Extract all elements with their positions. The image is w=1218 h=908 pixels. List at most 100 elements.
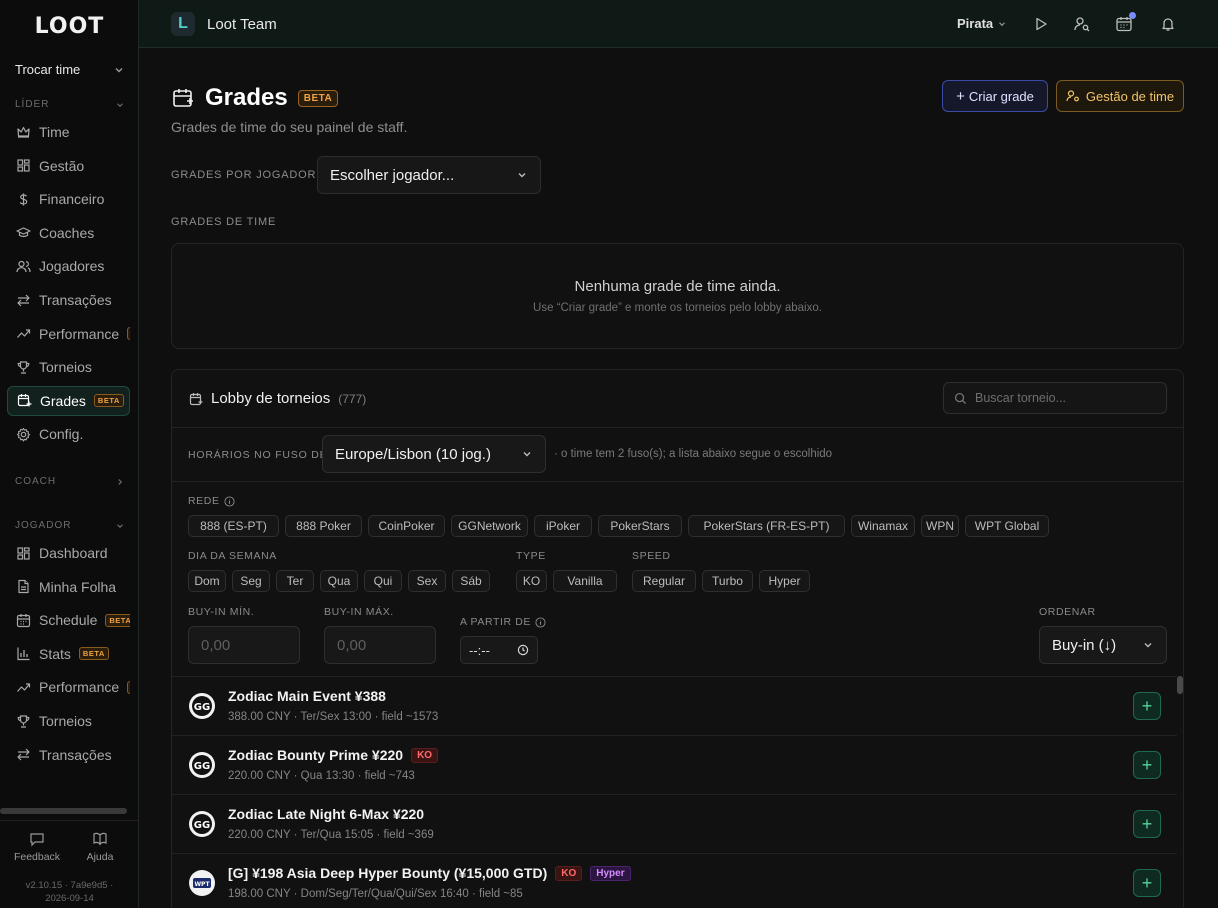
network-chip[interactable]: GGNetwork [451,515,528,537]
timezone-select[interactable]: Europe/Lisbon (10 jog.) [322,435,546,473]
lobby-title: Lobby de torneios (777) [189,390,366,407]
sidebar-item-leader-config[interactable]: Config. [7,419,130,449]
sidebar-item-player-transacoes[interactable]: Transações [7,740,130,770]
app-logo[interactable]: LOOT [0,14,139,39]
network-chip[interactable]: PokerStars [598,515,682,537]
speed-chip[interactable]: Turbo [702,570,753,592]
network-chip[interactable]: CoinPoker [368,515,445,537]
network-chip[interactable]: PokerStars (FR-ES-PT) [688,515,845,537]
team-management-button[interactable]: Gestão de time [1056,80,1184,112]
add-tournament-button[interactable]: + [1133,751,1161,779]
speed-chip[interactable]: Hyper [759,570,810,592]
section-leader[interactable]: LÍDER [15,99,125,110]
user-menu[interactable]: Pirata [957,16,1007,31]
feedback-button[interactable]: Feedback [7,831,67,863]
plus-icon: + [1141,754,1153,775]
day-chip[interactable]: Sex [408,570,446,592]
sidebar-item-label: Performance [39,325,120,342]
tournament-row[interactable]: GG Zodiac Bounty Prime ¥220 KO 220.00 CNY ·… [172,735,1177,794]
help-button[interactable]: Ajuda [70,831,130,863]
sidebar-item-player-schedule[interactable]: Schedule BETA [7,605,130,635]
add-tournament-button[interactable]: + [1133,810,1161,838]
tournament-search-input[interactable]: Buscar torneio... [943,382,1167,414]
team-grades-empty-state: Nenhuma grade de time ainda. Use “Criar … [171,243,1184,349]
plus-icon: + [1141,813,1153,834]
chevron-right-icon [118,478,123,485]
create-grade-button[interactable]: + Criar grade [942,80,1048,112]
network-logo: GG [189,752,215,778]
search-icon [954,392,967,404]
sidebar-item-leader-transacoes[interactable]: Transações [7,285,130,315]
sidebar-item-player-minha-folha[interactable]: Minha Folha [7,572,130,602]
type-chip[interactable]: Vanilla [553,570,617,592]
add-tournament-button[interactable]: + [1133,869,1161,897]
clock-icon [517,644,529,656]
sidebar-item-player-stats[interactable]: Stats BETA [7,639,130,669]
sidebar-footer: Feedback Ajuda v2.10.15 · 7a9e9d5 · 2026… [0,820,139,908]
calendar-plus-icon [189,392,203,405]
network-chip[interactable]: 888 (ES-PT) [188,515,279,537]
sidebar-item-leader-gestao[interactable]: Gestão [7,151,130,181]
network-chip[interactable]: Winamax [851,515,915,537]
user-search-button[interactable] [1072,14,1092,34]
sidebar-scrollbar[interactable] [0,808,127,814]
team-logo[interactable]: L [171,12,195,36]
from-time-input[interactable]: --:-- [460,636,538,664]
sidebar-item-leader-financeiro[interactable]: Financeiro [7,184,130,214]
timezone-note: · o time tem 2 fuso(s); a lista abaixo s… [554,448,833,460]
graduation-cap-icon [16,227,31,238]
order-select[interactable]: Buy-in (↓) [1039,626,1167,664]
sidebar-item-leader-torneios[interactable]: Torneios [7,352,130,382]
sidebar-item-leader-coaches[interactable]: Coaches [7,218,130,248]
network-chip[interactable]: 888 Poker [285,515,362,537]
calendar-button[interactable] [1114,12,1136,34]
tournament-row[interactable]: GG Zodiac Main Event ¥388 388.00 CNY · Ter… [172,676,1177,735]
bell-icon [1162,18,1174,31]
plus-icon: + [956,87,965,105]
day-chip[interactable]: Dom [188,570,226,592]
day-chip[interactable]: Sáb [452,570,490,592]
section-coach[interactable]: COACH [15,476,125,487]
team-switcher[interactable]: Trocar time [15,62,125,77]
play-button[interactable] [1031,14,1051,34]
tournament-meta: 198.00 CNY · Dom/Seg/Ter/Qua/Qui/Sex 16:… [228,888,523,900]
speed-chip[interactable]: Regular [632,570,696,592]
type-chip[interactable]: KO [516,570,547,592]
sidebar-item-player-dashboard[interactable]: Dashboard [7,538,130,568]
list-scrollbar[interactable] [1177,676,1183,694]
main-content: Grades BETA Grades de time do seu painel… [139,48,1218,908]
network-chip[interactable]: WPN [921,515,959,537]
page-title: Grades [205,84,288,111]
network-chip[interactable]: WPT Global [965,515,1049,537]
sidebar-item-leader-time[interactable]: Time [7,117,130,147]
player-select[interactable]: Escolher jogador... [317,156,541,194]
play-icon [1036,17,1047,31]
team-logo-initial: L [178,15,188,32]
sidebar-item-leader-jogadores[interactable]: Jogadores [7,251,130,281]
sidebar-item-label: Coaches [39,224,95,241]
sidebar-item-label: Financeiro [39,191,105,208]
empty-title: Nenhuma grade de time ainda. [574,278,781,295]
sidebar-item-leader-performance[interactable]: Performance BETA [7,319,130,349]
buyin-min-input[interactable]: 0,00 [188,626,300,664]
notifications-button[interactable] [1158,14,1178,34]
add-tournament-button[interactable]: + [1133,692,1161,720]
day-chip[interactable]: Ter [276,570,314,592]
day-chip[interactable]: Seg [232,570,270,592]
buyin-max-input[interactable]: 0,00 [324,626,436,664]
sidebar-item-player-performance[interactable]: Performance BETA [7,672,130,702]
tournament-name: Zodiac Late Night 6-Max ¥220 [228,806,425,822]
ggpoker-logo-icon: GG [192,814,212,834]
section-player[interactable]: JOGADOR [15,520,125,531]
tournament-row[interactable]: WPT [G] ¥198 Asia Deep Hyper Bounty (¥15,… [172,853,1177,908]
sidebar-item-leader-grades[interactable]: Grades BETA [7,385,130,416]
hyper-tag: Hyper [590,865,631,881]
tournament-row[interactable]: GG Zodiac Late Night 6-Max ¥220 220.00 CNY… [172,794,1177,853]
ko-tag: KO [555,865,583,881]
day-chip[interactable]: Qui [364,570,402,592]
sidebar-item-player-torneios[interactable]: Torneios [7,706,130,736]
page-subtitle: Grades de time do seu painel de staff. [171,119,408,135]
day-chip[interactable]: Qua [320,570,358,592]
network-chip[interactable]: iPoker [534,515,592,537]
sidebar-item-label: Config. [39,426,84,443]
